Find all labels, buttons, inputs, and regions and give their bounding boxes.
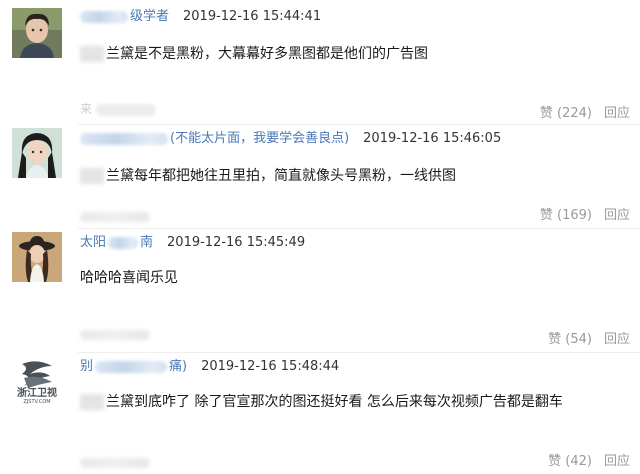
like-button[interactable]: 赞 (224) xyxy=(540,106,592,121)
like-button[interactable]: 赞 (54) xyxy=(548,332,592,347)
comment-actions: 赞 (54) 回应 xyxy=(548,330,630,350)
reply-button[interactable]: 回应 xyxy=(604,106,630,121)
comment-timestamp: 2019-12-16 15:45:49 xyxy=(167,235,306,250)
username-link[interactable]: 级学者 xyxy=(130,9,169,24)
blurred-sub-reply xyxy=(80,330,150,340)
blurred-sub-reply xyxy=(95,103,156,116)
channel-logo[interactable]: 浙江卫视 ZJSTV.COM xyxy=(12,356,62,406)
comment-feed: 级学者 2019-12-16 15:44:41 兰黛是不是黑粉，大幕幕好多黑图都是… xyxy=(0,0,640,474)
comment-timestamp: 2019-12-16 15:44:41 xyxy=(183,9,322,24)
like-button[interactable]: 赞 (42) xyxy=(548,454,592,469)
blurred-sub-reply xyxy=(80,458,150,468)
sub-reply-preview: 来 xyxy=(80,98,158,120)
blurred-username xyxy=(80,133,168,145)
username-link[interactable]: 别 xyxy=(80,359,93,374)
reply-button[interactable]: 回应 xyxy=(604,454,630,469)
avatar[interactable] xyxy=(12,8,62,58)
comment-actions: 赞 (42) 回应 xyxy=(548,452,630,472)
blurred-sub-reply xyxy=(80,212,150,222)
username-link[interactable]: 太阳 xyxy=(80,235,106,250)
divider xyxy=(78,352,640,353)
comment-text: 兰黛每年都把她往丑里拍，简直就像头号黑粉，一线供图 xyxy=(80,164,456,188)
comment-timestamp: 2019-12-16 15:48:44 xyxy=(201,359,340,374)
reply-button[interactable]: 回应 xyxy=(604,208,630,223)
divider xyxy=(78,228,640,229)
blurred-username xyxy=(95,361,168,373)
logo-text: 浙江卫视 xyxy=(17,388,57,399)
username-link[interactable]: (不能太片面，我要学会善良点) xyxy=(170,131,349,146)
comment-text: 兰黛是不是黑粉，大幕幕好多黑图都是他们的广告图 xyxy=(80,42,428,66)
blurred-text xyxy=(80,168,104,184)
blurred-text xyxy=(80,394,104,410)
avatar[interactable] xyxy=(12,232,62,282)
comment-actions: 赞 (224) 回应 xyxy=(540,104,630,124)
comment-actions: 赞 (169) 回应 xyxy=(540,206,630,226)
blurred-username xyxy=(80,11,128,23)
username-suffix: 痛) xyxy=(169,359,188,374)
comment-text: 兰黛到底咋了 除了官宣那次的图还挺好看 怎么后来每次视频广告都是翻车 xyxy=(80,390,563,414)
divider xyxy=(78,124,640,125)
reply-button[interactable]: 回应 xyxy=(604,332,630,347)
blurred-text xyxy=(80,46,104,62)
comment-text: 哈哈哈喜闻乐见 xyxy=(80,270,178,286)
avatar[interactable] xyxy=(12,128,62,178)
logo-subtext: ZJSTV.COM xyxy=(23,399,51,405)
like-button[interactable]: 赞 (169) xyxy=(540,208,592,223)
comment-timestamp: 2019-12-16 15:46:05 xyxy=(363,131,502,146)
sub-reply-prefix: 来 xyxy=(80,102,93,116)
username-suffix: 南 xyxy=(140,235,154,250)
blurred-username xyxy=(108,237,139,249)
